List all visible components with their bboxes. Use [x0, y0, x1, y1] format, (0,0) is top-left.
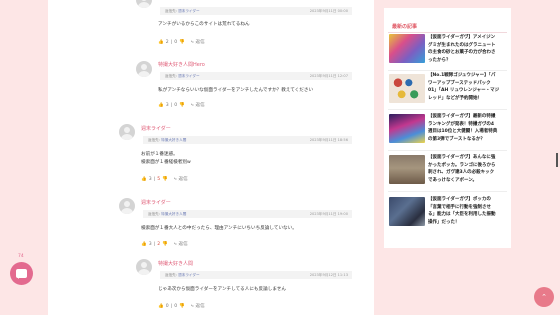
comment-actions: 👍 2 | 0 👎 ⤷ 返信 [158, 39, 205, 45]
comment-text: 検索面が１番経検者別w [141, 160, 191, 165]
comments-panel: 返信先: 週末ライダー 2023年9月11日 00:00 アンチがいるからこのサ… [48, 0, 374, 315]
comment-author[interactable]: 特撮大好き人間Hero [158, 61, 205, 68]
comment-meta: 返信先: 週末ライダー 2023年9月12日 11:13 [160, 271, 352, 279]
reply-icon: ⤷ [173, 177, 177, 182]
widget-title: 最新の記事 [392, 24, 418, 30]
reply-to-link[interactable]: 週末ライダー [178, 9, 199, 13]
avatar [136, 61, 152, 77]
comment-time: 2023年9月11日 00:00 [309, 9, 348, 13]
thumbs-down-icon[interactable]: 👎 [179, 304, 185, 309]
divider [388, 109, 507, 110]
upvote-count: 3 [165, 103, 169, 108]
reply-to-link[interactable]: 週末ライダー [178, 273, 199, 277]
comment-text: 検索面が１番大人との中だったら、理由アンチにいちいち反論していない。 [141, 226, 297, 231]
comment-actions: 👍 3 | 5 👎 ⤷ 返信 [141, 176, 188, 182]
comment-time: 2023年9月11日 18:56 [309, 138, 348, 142]
divider [388, 150, 507, 151]
article-title[interactable]: 【仮面ライダーガヴ】ボッカの 「言葉で相手に行動を強制させ る」能力は「大臣を利… [428, 196, 508, 226]
comment-count-badge: 74 [18, 254, 24, 259]
article-title[interactable]: 【仮面ライダーガヴ】最新の特撮 ランキングが発表！特撮ガヴの4 週目は10位と大… [428, 113, 508, 143]
thumbs-up-icon[interactable]: 👍 [141, 242, 147, 247]
comment-text: アンチがいるからこのサイトは荒れてるねん [158, 22, 250, 27]
scrollbar-thumb[interactable] [556, 153, 558, 167]
downvote-count: 0 [174, 40, 178, 45]
comments-button[interactable] [10, 262, 33, 285]
comment-author[interactable]: 週末ライダー [141, 125, 171, 132]
upvote-count: 2 [165, 40, 169, 45]
thumbs-down-icon[interactable]: 👎 [179, 40, 185, 45]
thumbs-down-icon[interactable]: 👎 [162, 177, 168, 182]
chevron-up-icon: ⌃ [541, 293, 547, 301]
reply-icon: ⤷ [190, 40, 194, 45]
thumbs-up-icon[interactable]: 👍 [158, 304, 164, 309]
downvote-count: 0 [174, 103, 178, 108]
comment-actions: 👍 3 | 2 👎 ⤷ 返信 [141, 241, 188, 247]
downvote-count: 0 [174, 304, 178, 309]
comment-meta: 返信先: 週末ライダー 2023年9月11日 12:07 [160, 72, 352, 80]
divider [388, 32, 507, 33]
downvote-count: 5 [157, 177, 161, 182]
reply-icon: ⤷ [173, 242, 177, 247]
avatar [119, 198, 135, 214]
reply-to-link[interactable]: 特撮大好き人間 [161, 138, 186, 142]
comment-text: じゃあ次から仮面ライダーをアンチしてる人にも反論しません [158, 287, 286, 292]
thumbs-up-icon[interactable]: 👍 [141, 177, 147, 182]
upvote-count: 3 [148, 242, 152, 247]
comment-meta: 返信先: 週末ライダー 2023年9月11日 00:00 [160, 7, 352, 15]
reply-button[interactable]: 返信 [195, 303, 204, 309]
reply-button[interactable]: 返信 [178, 176, 187, 182]
reply-icon: ⤷ [190, 103, 194, 108]
downvote-count: 2 [157, 242, 161, 247]
comment-icon [16, 269, 27, 279]
comment-time: 2023年9月11日 12:07 [309, 74, 348, 78]
comment-actions: 👍 3 | 0 👎 ⤷ 返信 [158, 102, 205, 108]
avatar [136, 0, 152, 8]
upvote-count: 0 [165, 304, 169, 309]
article-title[interactable]: 【仮面ライダーガヴ】アメイジン グミが生まれたのはグラニュート の主食の砂とお菓… [428, 34, 508, 64]
comment-meta: 返信先: 特撮大好き人間 2023年9月11日 19:00 [143, 210, 352, 218]
article-thumbnail[interactable] [389, 74, 425, 103]
article-thumbnail[interactable] [389, 34, 425, 63]
comment-time: 2023年9月11日 19:00 [309, 212, 348, 216]
avatar [119, 124, 135, 140]
thumbs-up-icon[interactable]: 👍 [158, 103, 164, 108]
comment-text: 私がアンチならいいな仮面ライダーをアンチしたんですか？教えてください [158, 88, 314, 93]
reply-icon: ⤷ [190, 304, 194, 309]
comment-author[interactable]: 週末ライダー [141, 199, 171, 206]
comment-meta: 返信先: 特撮大好き人間 2023年9月11日 18:56 [143, 136, 352, 144]
scroll-to-top-button[interactable]: ⌃ [534, 287, 554, 307]
comment-author[interactable]: 特撮大好き人間 [158, 260, 193, 267]
reply-to-link[interactable]: 週末ライダー [178, 74, 199, 78]
divider [388, 191, 507, 192]
recent-posts-widget: 最新の記事 【仮面ライダーガヴ】アメイジン グミが生まれたのはグラニュート の主… [384, 8, 511, 248]
comment-time: 2023年9月12日 11:13 [309, 273, 348, 277]
article-thumbnail[interactable] [389, 197, 425, 226]
reply-button[interactable]: 返信 [195, 102, 204, 108]
article-thumbnail[interactable] [389, 114, 425, 143]
thumbs-down-icon[interactable]: 👎 [162, 242, 168, 247]
reply-button[interactable]: 返信 [178, 241, 187, 247]
article-title[interactable]: 【仮面ライダーガヴ】あんなに強 かったポッカ。ランゴに後ろから 刺され、ガヴ達3… [428, 154, 508, 184]
reply-to-link[interactable]: 特撮大好き人間 [161, 212, 186, 216]
upvote-count: 3 [148, 177, 152, 182]
article-title[interactable]: 【No.1戦隊ゴジュウジャー】「パ ワーアップブーステッドパック 01」「AH … [428, 72, 508, 102]
avatar [136, 259, 152, 275]
thumbs-up-icon[interactable]: 👍 [158, 40, 164, 45]
comment-actions: 👍 0 | 0 👎 ⤷ 返信 [158, 303, 205, 309]
reply-button[interactable]: 返信 [195, 39, 204, 45]
thumbs-down-icon[interactable]: 👎 [179, 103, 185, 108]
divider [388, 70, 507, 71]
article-thumbnail[interactable] [389, 155, 425, 184]
